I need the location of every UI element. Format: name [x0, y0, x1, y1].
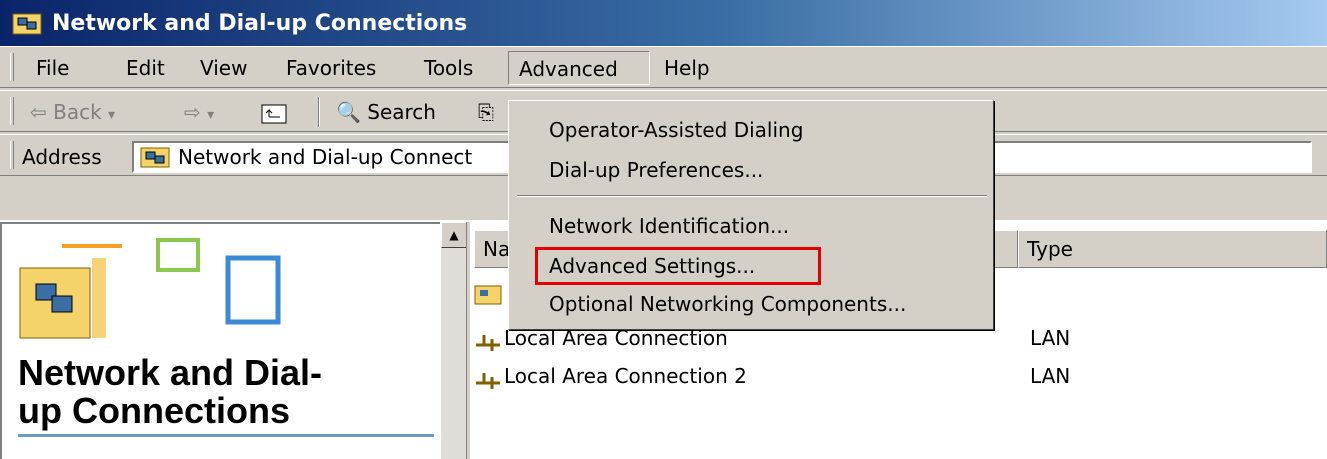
toolbar-separator: [318, 97, 320, 127]
list-item[interactable]: [474, 274, 504, 306]
menu-advanced[interactable]: Advanced: [508, 51, 650, 85]
lan-connection-icon: [474, 368, 502, 389]
menu-separator: [517, 195, 987, 197]
address-value: Network and Dial-up Connect: [178, 145, 473, 169]
forward-button[interactable]: ⇨ ▾: [184, 97, 214, 127]
chevron-down-icon: ▾: [207, 107, 215, 123]
menu-view[interactable]: View: [190, 51, 257, 85]
window-title: Network and Dial-up Connections: [52, 10, 468, 36]
addressbar-grip[interactable]: [10, 141, 14, 169]
up-folder-button[interactable]: [260, 101, 288, 131]
forward-arrow-icon: ⇨: [184, 100, 201, 124]
scroll-up-arrow-icon[interactable]: ▲: [441, 222, 467, 248]
advanced-menu-dropdown: Operator-Assisted Dialing Dial-up Prefer…: [508, 100, 994, 330]
page-title: Network and Dial- up Connections: [18, 352, 323, 431]
connection-type: LAN: [1030, 364, 1071, 388]
connection-type: LAN: [1030, 326, 1071, 350]
lan-connection-icon: [474, 330, 502, 351]
connection-name: Local Area Connection 2: [504, 364, 747, 388]
table-row[interactable]: Local Area Connection 2: [474, 360, 1014, 392]
network-folder-icon: [12, 10, 42, 36]
menu-item-operator-assisted-dialing[interactable]: Operator-Assisted Dialing: [549, 113, 803, 147]
menu-bar: File Edit View Favorites Tools Advanced …: [0, 46, 1327, 88]
title-bar[interactable]: Network and Dial-up Connections: [0, 0, 1327, 46]
back-button[interactable]: ⇦ Back ▾: [30, 97, 115, 127]
back-arrow-icon: ⇦: [30, 100, 47, 124]
menu-edit[interactable]: Edit: [116, 51, 175, 85]
left-pane-scrollbar[interactable]: ▲: [440, 222, 467, 459]
chevron-down-icon: ▾: [108, 107, 116, 123]
menu-help[interactable]: Help: [654, 51, 720, 85]
search-button[interactable]: 🔍 Search: [336, 97, 436, 127]
menu-item-optional-networking-components[interactable]: Optional Networking Components...: [549, 287, 906, 321]
network-folder-icon: [140, 146, 170, 168]
menu-file[interactable]: File: [26, 51, 79, 85]
highlight-box: [535, 247, 821, 285]
address-label: Address: [22, 145, 102, 169]
network-folder-icon: [474, 282, 502, 304]
folders-button[interactable]: ⎘: [478, 97, 494, 127]
search-icon: 🔍: [336, 100, 361, 124]
menubar-grip[interactable]: [10, 53, 14, 81]
folders-icon: ⎘: [478, 100, 494, 124]
menu-favorites[interactable]: Favorites: [276, 51, 386, 85]
title-underline: [18, 434, 434, 437]
up-folder-icon: [261, 104, 287, 124]
menu-tools[interactable]: Tools: [414, 51, 483, 85]
network-connections-banner-icon: [19, 238, 281, 339]
column-header-type[interactable]: Type: [1018, 230, 1327, 268]
menu-item-network-identification[interactable]: Network Identification...: [549, 209, 789, 243]
toolbar-grip[interactable]: [10, 97, 14, 125]
menu-item-dial-up-preferences[interactable]: Dial-up Preferences...: [549, 153, 763, 187]
